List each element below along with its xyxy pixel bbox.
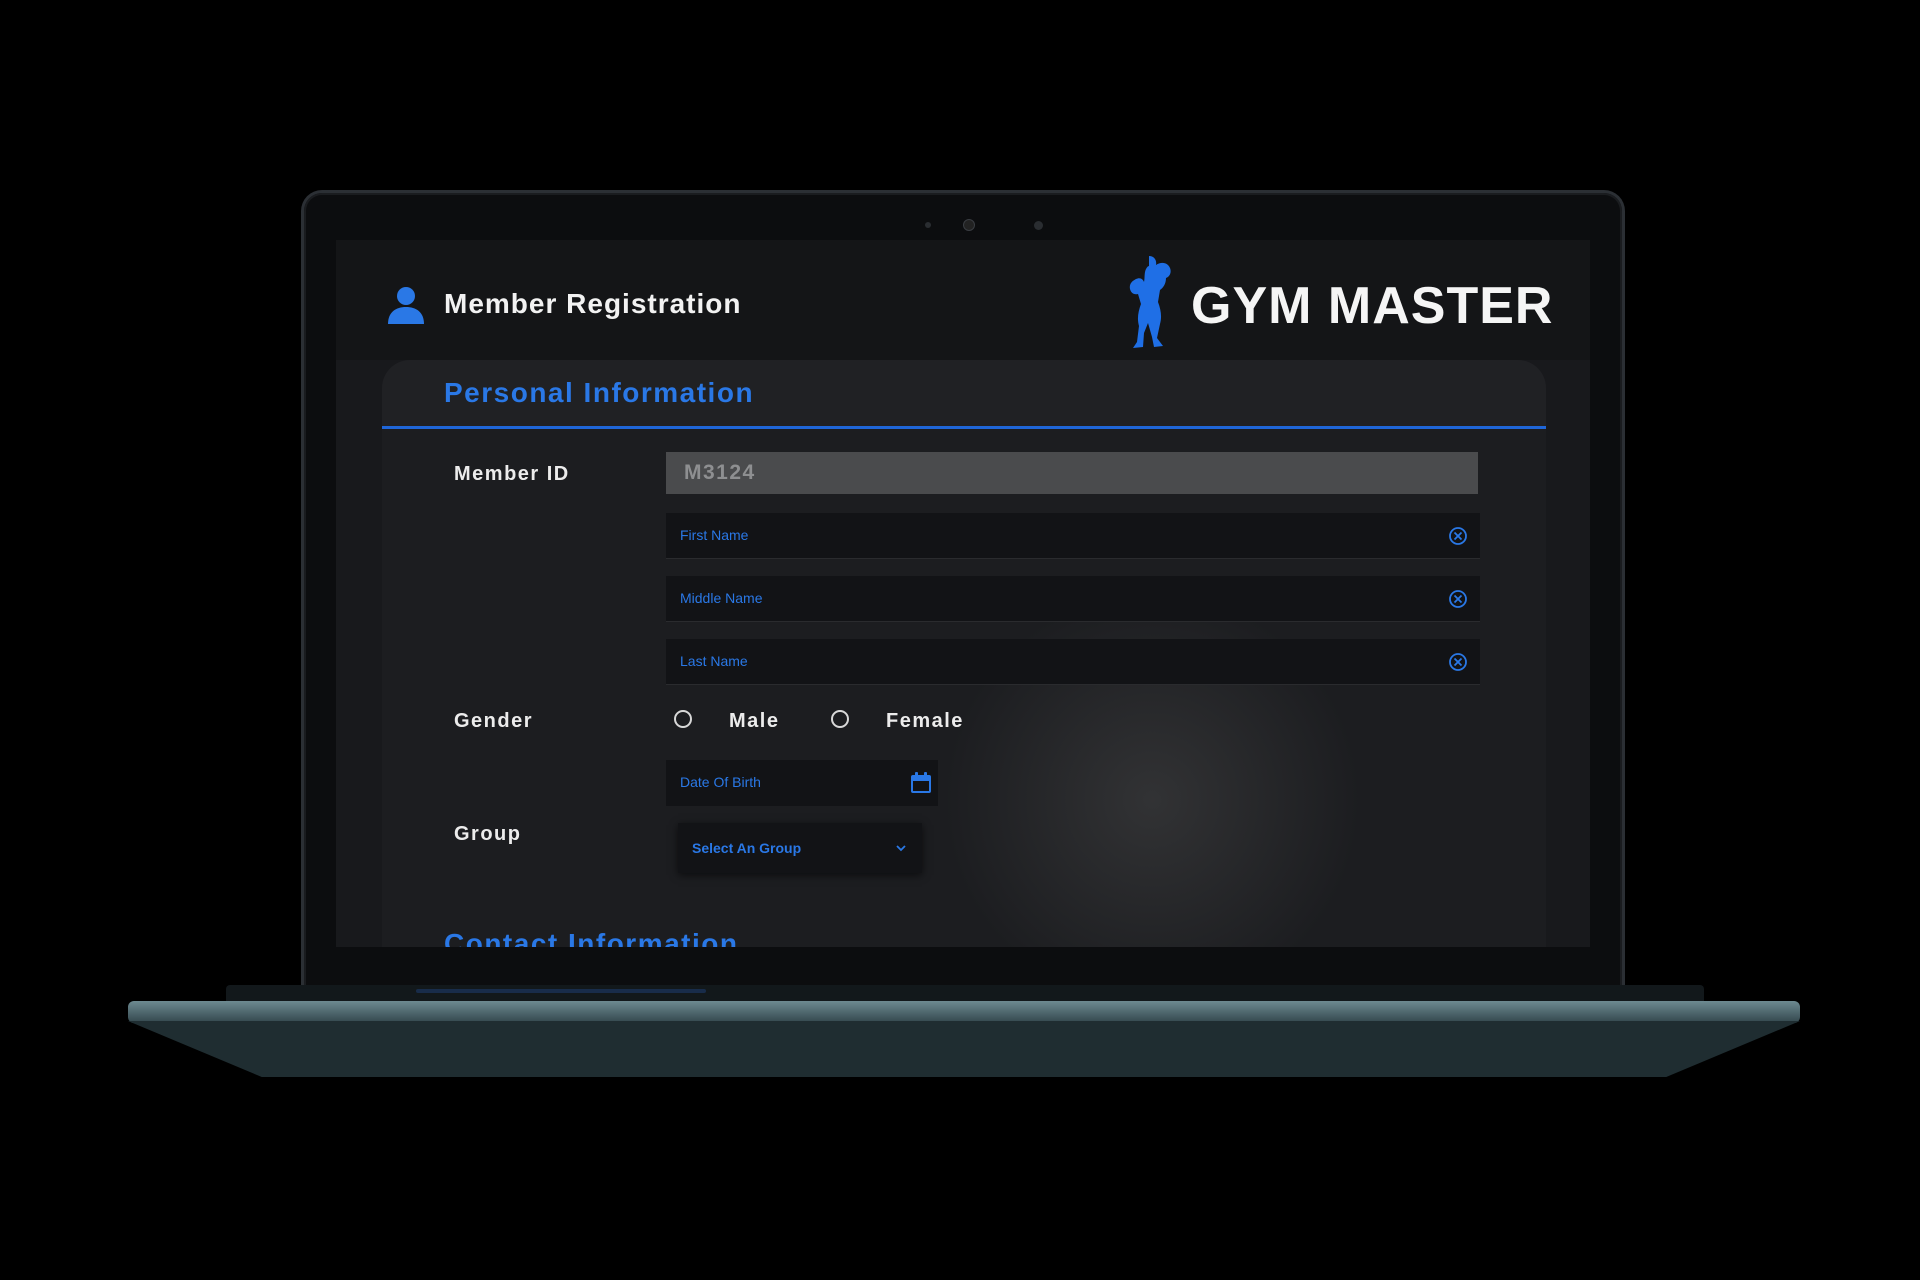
gender-female-label[interactable]: Female xyxy=(886,710,964,733)
group-select-placeholder: Select An Group xyxy=(692,840,802,856)
gender-male-radio[interactable] xyxy=(672,708,694,730)
clear-icon[interactable] xyxy=(1448,652,1468,672)
page-title: Member Registration xyxy=(444,288,742,319)
gender-male-label[interactable]: Male xyxy=(729,710,779,733)
date-of-birth-placeholder: Date Of Birth xyxy=(680,774,761,790)
first-name-field[interactable]: First Name xyxy=(666,513,1480,559)
laptop-base-edge xyxy=(128,1001,1800,1023)
registration-card: Personal Information Member ID M3124 Fir… xyxy=(382,360,1546,947)
bodybuilder-logo-icon xyxy=(1129,256,1171,348)
clear-icon[interactable] xyxy=(1448,589,1468,609)
middle-name-placeholder: Middle Name xyxy=(680,590,763,606)
group-select[interactable]: Select An Group xyxy=(678,823,922,873)
first-name-placeholder: First Name xyxy=(680,527,749,543)
app-screen: Member Registration GYM MASTER Personal … xyxy=(336,240,1590,947)
section-header: Personal Information xyxy=(382,360,1546,429)
user-icon xyxy=(388,287,424,324)
chevron-down-icon xyxy=(896,845,906,852)
calendar-icon[interactable] xyxy=(908,770,934,796)
member-id-label: Member ID xyxy=(454,463,570,485)
app-header: Member Registration GYM MASTER xyxy=(336,240,1590,360)
laptop-mockup: Member Registration GYM MASTER Personal … xyxy=(0,0,1920,1280)
section-title-contact: Contact Information xyxy=(444,928,739,947)
section-title-personal: Personal Information xyxy=(444,377,755,408)
screen-reflection xyxy=(416,989,706,993)
camera-sensor xyxy=(1034,221,1043,230)
gender-female-radio[interactable] xyxy=(829,708,851,730)
laptop-base xyxy=(128,1021,1800,1077)
gender-label: Gender xyxy=(454,710,534,732)
clear-icon[interactable] xyxy=(1448,526,1468,546)
webcam xyxy=(964,220,974,230)
last-name-field[interactable]: Last Name xyxy=(666,639,1480,685)
camera-sensor xyxy=(925,222,931,228)
date-of-birth-field[interactable]: Date Of Birth xyxy=(666,760,938,806)
brand-name: GYM MASTER xyxy=(1191,277,1554,335)
middle-name-field[interactable]: Middle Name xyxy=(666,576,1480,622)
last-name-placeholder: Last Name xyxy=(680,653,748,669)
member-id-field: M3124 xyxy=(666,452,1478,494)
group-label: Group xyxy=(454,823,522,845)
